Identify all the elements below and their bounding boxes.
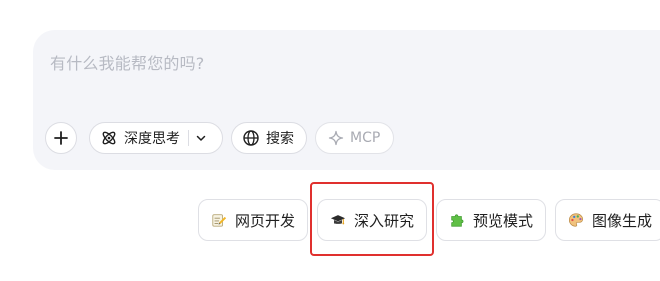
- sparkle-icon: [328, 130, 344, 146]
- suggestion-chip-web-dev[interactable]: 网页开发: [198, 199, 308, 241]
- search-button[interactable]: 搜索: [231, 122, 307, 154]
- globe-icon: [243, 130, 259, 146]
- chat-input-placeholder[interactable]: 有什么我能帮您的吗?: [50, 50, 205, 74]
- plus-icon: [54, 131, 68, 145]
- highlight-box: [310, 182, 434, 256]
- deep-think-label: 深度思考: [124, 131, 180, 147]
- add-attachment-button[interactable]: [45, 122, 77, 154]
- mcp-button[interactable]: MCP: [315, 122, 394, 154]
- suggestion-chip-preview-mode[interactable]: 预览模式: [436, 199, 546, 241]
- atom-icon: [102, 131, 116, 145]
- palette-icon: [568, 213, 584, 227]
- pencil-memo-icon: [212, 214, 227, 227]
- suggestion-chip-image-gen[interactable]: 图像生成: [555, 199, 660, 241]
- suggestion-label: 图像生成: [591, 211, 652, 230]
- search-label: 搜索: [266, 131, 294, 147]
- deep-think-button[interactable]: 深度思考: [89, 122, 223, 154]
- puzzle-icon: [451, 214, 464, 227]
- suggestion-label: 网页开发: [234, 211, 295, 230]
- mcp-label: MCP: [350, 130, 381, 146]
- divider: [188, 130, 189, 146]
- chevron-down-icon[interactable]: [195, 132, 207, 144]
- suggestion-label: 预览模式: [472, 211, 533, 230]
